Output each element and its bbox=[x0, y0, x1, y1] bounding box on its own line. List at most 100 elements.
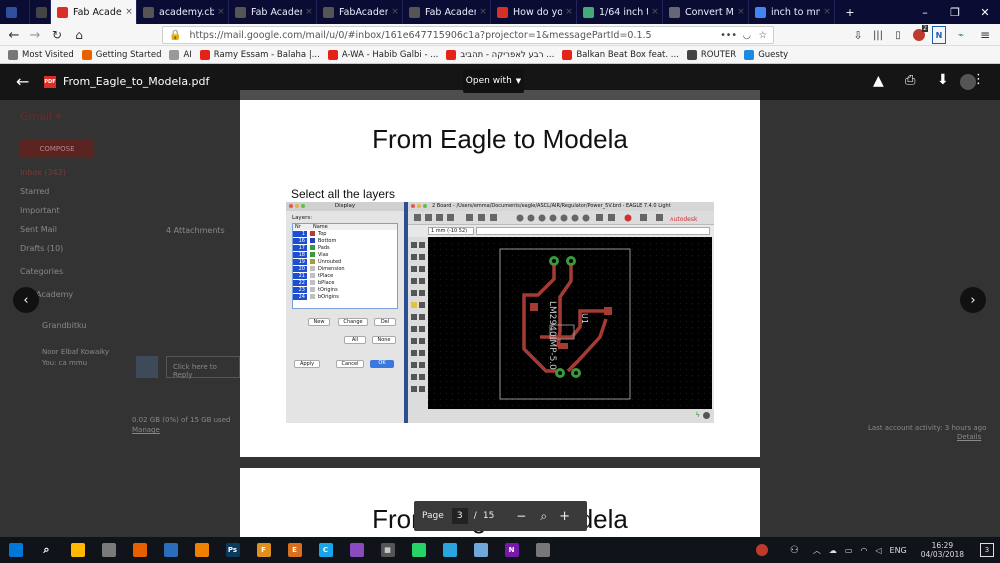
zoom-in-button[interactable]: + bbox=[559, 509, 570, 524]
close-tab-icon[interactable]: × bbox=[734, 7, 748, 17]
board-canvas[interactable]: LM2940IMP-5.0 U1 bbox=[428, 237, 712, 409]
layer-row[interactable]: 20 Dimension bbox=[293, 265, 397, 272]
add-to-drive-icon[interactable]: ▲ bbox=[873, 73, 884, 89]
taskbar-app-12[interactable]: ▦ bbox=[372, 537, 403, 563]
taskbar-app-2[interactable] bbox=[62, 537, 93, 563]
taskbar-app-11[interactable] bbox=[341, 537, 372, 563]
taskbar-app-16[interactable]: N bbox=[496, 537, 527, 563]
back-icon[interactable]: ← bbox=[4, 26, 24, 44]
bookmark-5[interactable]: רבע לאפריקה - תהביב ... bbox=[446, 49, 554, 60]
download-icon[interactable]: ⬇ bbox=[937, 72, 949, 88]
url-bar[interactable]: 🔒 https://mail.google.com/mail/u/0/#inbo… bbox=[162, 26, 774, 44]
taskbar-app-8[interactable]: F bbox=[248, 537, 279, 563]
close-tab-icon[interactable]: × bbox=[214, 7, 228, 17]
layers-list[interactable]: Nr Name 1 Top 16 Bottom 17 Pads 18 Vias 19 Unrout… bbox=[292, 223, 398, 309]
tray-app-icon[interactable] bbox=[755, 544, 768, 556]
tool-palette[interactable] bbox=[408, 237, 428, 409]
ok-button[interactable]: OK bbox=[370, 360, 394, 368]
layer-row[interactable]: 1 Top bbox=[293, 230, 397, 237]
tab-4[interactable]: Fab Academy Courses× bbox=[229, 0, 317, 24]
tab-6[interactable]: Fab Academy 2017× bbox=[403, 0, 491, 24]
coordinate-field[interactable]: 1 mm (-10 52) bbox=[428, 227, 474, 235]
tab-0[interactable] bbox=[0, 0, 30, 24]
command-line[interactable] bbox=[476, 227, 710, 235]
taskbar-app-15[interactable] bbox=[465, 537, 496, 563]
layer-row[interactable]: 19 Unrouted bbox=[293, 258, 397, 265]
zoom-out-button[interactable]: − bbox=[516, 509, 526, 523]
extension-abp-icon[interactable]: 2 bbox=[910, 25, 928, 44]
cloud-icon[interactable]: ☁ bbox=[829, 546, 837, 555]
tab-10[interactable]: inch to mm - Goo× bbox=[749, 0, 835, 24]
board-toolbar-icons[interactable]: ʌutodesk bbox=[408, 211, 714, 225]
extension-n-icon[interactable]: N bbox=[932, 26, 946, 44]
home-icon[interactable]: ⌂ bbox=[70, 26, 88, 44]
layer-del-button[interactable]: Del bbox=[374, 318, 396, 326]
more-vert-icon[interactable]: ⋮ bbox=[972, 72, 985, 87]
minimize-icon[interactable]: – bbox=[910, 0, 940, 24]
close-tab-icon[interactable]: × bbox=[648, 7, 662, 17]
layer-row[interactable]: 22 bPlace bbox=[293, 279, 397, 286]
pocket-icon[interactable]: ◡ bbox=[743, 30, 751, 41]
tab-9[interactable]: Convert MILS to× bbox=[663, 0, 749, 24]
bookmark-2[interactable]: AI bbox=[169, 49, 192, 60]
download-toolbar-icon[interactable]: ⇩ bbox=[850, 26, 866, 44]
language-indicator[interactable]: ENG bbox=[890, 546, 907, 555]
layer-none-button[interactable]: None bbox=[372, 336, 396, 344]
taskbar-app-3[interactable] bbox=[93, 537, 124, 563]
next-attachment-button[interactable]: › bbox=[960, 287, 986, 313]
back-arrow-icon[interactable]: ← bbox=[16, 72, 29, 91]
taskbar-app-4[interactable] bbox=[124, 537, 155, 563]
layer-row[interactable]: 16 Bottom bbox=[293, 237, 397, 244]
bookmark-8[interactable]: Guesty bbox=[744, 49, 788, 60]
taskbar-app-17[interactable] bbox=[527, 537, 558, 563]
new-tab-button[interactable]: + bbox=[835, 0, 865, 24]
tab-2[interactable]: Fab Academy× bbox=[51, 0, 137, 24]
close-tab-icon[interactable]: × bbox=[820, 7, 834, 17]
chevron-up-icon[interactable]: ︿ bbox=[813, 545, 821, 556]
print-icon[interactable]: ⎙ bbox=[905, 73, 915, 88]
taskbar-app-5[interactable] bbox=[155, 537, 186, 563]
wifi-icon[interactable]: ◠ bbox=[860, 546, 867, 555]
taskbar-app-7[interactable]: Ps bbox=[217, 537, 248, 563]
bookmark-4[interactable]: A-WA - Habib Galbi - ... bbox=[327, 49, 438, 60]
taskbar-app-10[interactable]: C bbox=[310, 537, 341, 563]
bookmark-1[interactable]: Getting Started bbox=[81, 49, 161, 60]
layer-change-button[interactable]: Change bbox=[338, 318, 368, 326]
apply-button[interactable]: Apply bbox=[294, 360, 320, 368]
taskbar-app-13[interactable] bbox=[403, 537, 434, 563]
stop-icon[interactable] bbox=[703, 412, 710, 419]
cancel-button[interactable]: Cancel bbox=[336, 360, 364, 368]
bookmark-3[interactable]: Ramy Essam - Balaha |... bbox=[199, 49, 320, 60]
close-tab-icon[interactable]: × bbox=[122, 7, 136, 17]
sidebar-icon[interactable]: ▯ bbox=[890, 26, 906, 44]
tab-3[interactable]: academy.cba.mit.edu× bbox=[137, 0, 229, 24]
layer-row[interactable]: 23 tOrigins bbox=[293, 286, 397, 293]
open-with-button[interactable]: Open with ▼ bbox=[463, 69, 524, 93]
tab-1[interactable] bbox=[30, 0, 51, 24]
layer-row[interactable]: 24 bOrigins bbox=[293, 293, 397, 300]
reload-icon[interactable]: ↻ bbox=[48, 26, 66, 44]
maximize-icon[interactable]: ❐ bbox=[940, 0, 970, 24]
taskbar-app-6[interactable] bbox=[186, 537, 217, 563]
people-icon[interactable]: ⚇ bbox=[790, 545, 799, 556]
clock[interactable]: 16:29 04/03/2018 bbox=[921, 541, 964, 559]
bookmark-0[interactable]: Most Visited bbox=[8, 49, 74, 60]
tab-7[interactable]: How do you choo× bbox=[491, 0, 577, 24]
extension-arrow-icon[interactable]: ⌁ bbox=[954, 26, 968, 44]
menu-icon[interactable]: ≡ bbox=[976, 26, 994, 44]
layer-row[interactable]: 18 Vias bbox=[293, 251, 397, 258]
taskbar-app-9[interactable]: E bbox=[279, 537, 310, 563]
close-tab-icon[interactable]: × bbox=[562, 7, 576, 17]
battery-icon[interactable]: ▭ bbox=[845, 546, 853, 555]
layer-all-button[interactable]: All bbox=[344, 336, 366, 344]
page-number-input[interactable]: 3 bbox=[451, 508, 468, 524]
layer-row[interactable]: 17 Pads bbox=[293, 244, 397, 251]
bookmark-6[interactable]: Balkan Beat Box feat. ... bbox=[562, 49, 679, 60]
page-actions-icon[interactable]: ••• bbox=[720, 30, 737, 41]
taskbar-app-0[interactable] bbox=[0, 537, 31, 563]
library-icon[interactable]: ||| bbox=[870, 26, 886, 44]
close-tab-icon[interactable]: × bbox=[388, 7, 402, 17]
bookmark-star-icon[interactable]: ☆ bbox=[758, 30, 767, 41]
notification-icon[interactable]: 3 bbox=[980, 543, 994, 557]
tab-8[interactable]: 1/64 inch to mil -× bbox=[577, 0, 663, 24]
